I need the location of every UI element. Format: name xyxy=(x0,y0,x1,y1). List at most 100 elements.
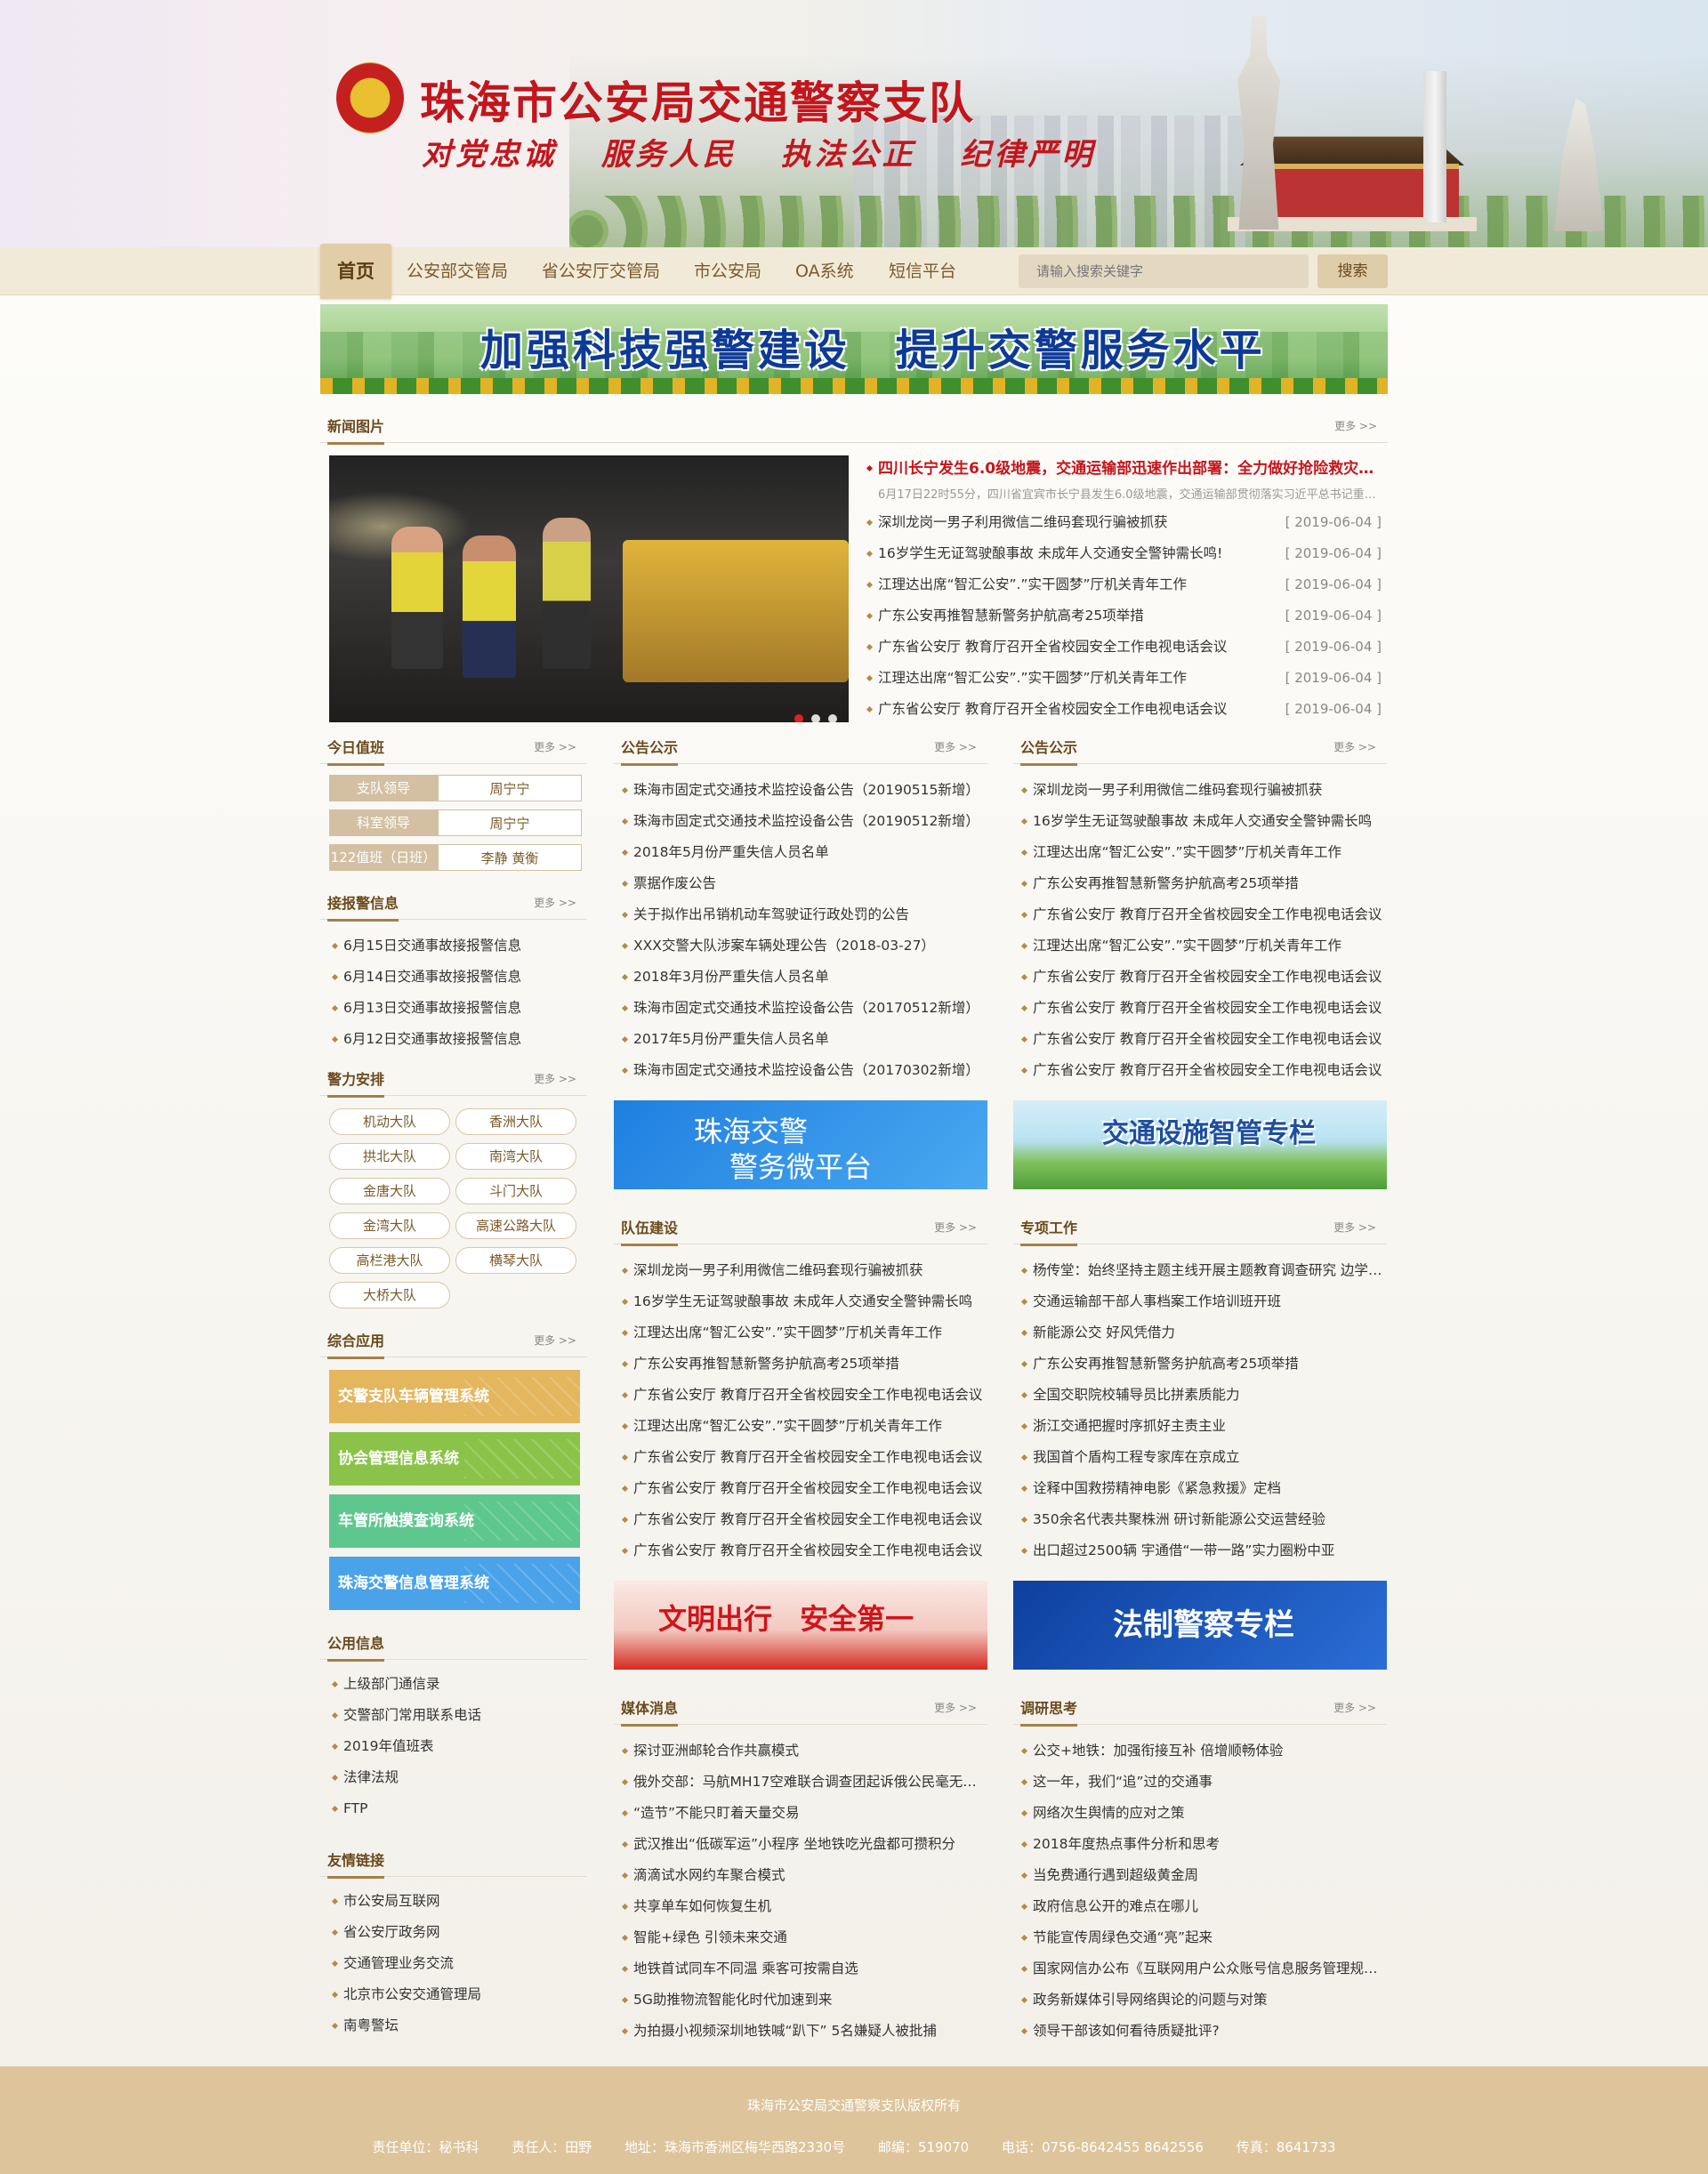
carousel-dot[interactable] xyxy=(811,714,820,722)
nav-oa-system[interactable]: OA系统 xyxy=(795,247,854,295)
police-tag[interactable]: 南湾大队 xyxy=(455,1143,576,1170)
ad-micro-platform[interactable]: 珠海交警 警务微平台 xyxy=(614,1100,987,1189)
list-item[interactable]: 领导干部该如何看待质疑批评? xyxy=(1019,2016,1387,2047)
list-item[interactable]: 全国交职院校辅导员比拼素质能力 xyxy=(1019,1380,1387,1411)
list-item[interactable]: 16岁学生无证驾驶酿事故 未成年人交通安全警钟需长鸣 xyxy=(619,1286,987,1317)
police-tag[interactable]: 香洲大队 xyxy=(455,1108,576,1135)
list-item[interactable]: 2018年3月份严重失信人员名单 xyxy=(619,962,987,993)
list-item[interactable]: 2018年5月份严重失信人员名单 xyxy=(619,837,987,868)
news-headline[interactable]: 四川长宁发生6.0级地震，交通运输部迅速作出部署：全力做好抢险救灾工作 xyxy=(864,455,1383,482)
list-item[interactable]: 广东省公安厅 教育厅召开全省校园安全工作电视电话会议 xyxy=(1019,962,1387,993)
list-item[interactable]: 交警部门常用联系电话 xyxy=(329,1700,587,1731)
list-item[interactable]: 广东省公安厅 教育厅召开全省校园安全工作电视电话会议 xyxy=(1019,1024,1387,1055)
list-item[interactable]: 6月12日交通事故接报警信息 xyxy=(329,1024,587,1055)
list-item[interactable]: 上级部门通信录 xyxy=(329,1669,587,1700)
list-item[interactable]: 武汉推出“低碳军运”小程序 坐地铁吃光盘都可攒积分 xyxy=(619,1829,987,1860)
top-banner[interactable]: 加强科技强警建设 提升交警服务水平 xyxy=(320,304,1388,394)
list-item[interactable]: 浙江交通把握时序抓好主责主业 xyxy=(1019,1411,1387,1442)
list-item[interactable]: 政务新媒体引导网络舆论的问题与对策 xyxy=(1019,1985,1387,2016)
list-item[interactable]: 5G助推物流智能化时代加速到来 xyxy=(619,1985,987,2016)
list-item[interactable]: 江理达出席“智汇公安”.”实干圆梦”厅机关青年工作 xyxy=(1019,930,1387,962)
list-item[interactable]: “造节”不能只盯着天量交易 xyxy=(619,1798,987,1829)
more-link[interactable]: 更多 >> xyxy=(1333,1700,1376,1715)
ad-civilized-travel[interactable]: 文明出行 安全第一 xyxy=(614,1581,987,1670)
list-item[interactable]: 智能+绿色 引领未来交通 xyxy=(619,1922,987,1953)
police-tag[interactable]: 拱北大队 xyxy=(329,1143,450,1170)
list-item[interactable]: 地铁首试同车不同温 乘客可按需自选 xyxy=(619,1953,987,1985)
list-item[interactable]: 2017年5月份严重失信人员名单 xyxy=(619,1024,987,1055)
police-tag[interactable]: 斗门大队 xyxy=(455,1178,576,1204)
list-item[interactable]: 市公安局互联网 xyxy=(329,1886,587,1917)
more-link[interactable]: 更多 >> xyxy=(934,1220,977,1235)
police-tag[interactable]: 金湾大队 xyxy=(329,1212,450,1239)
more-link[interactable]: 更多 >> xyxy=(934,1700,977,1715)
list-item[interactable]: 广东省公安厅 教育厅召开全省校园安全工作电视电话会议 xyxy=(619,1473,987,1504)
list-item[interactable]: 350余名代表共聚株洲 研讨新能源公交运营经验 xyxy=(1019,1504,1387,1535)
list-item[interactable]: 关于拟作出吊销机动车驾驶证行政处罚的公告 xyxy=(619,899,987,930)
more-link[interactable]: 更多 >> xyxy=(534,1071,576,1086)
list-item[interactable]: 公交+地铁：加强衔接互补 倍增顺畅体验 xyxy=(1019,1735,1387,1767)
list-item[interactable]: 珠海市固定式交通技术监控设备公告（20190515新增） xyxy=(619,775,987,806)
list-item[interactable]: 江理达出席“智汇公安”.”实干圆梦”厅机关青年工作[ 2019-06-04 ] xyxy=(864,569,1389,600)
list-item[interactable]: 广东省公安厅 教育厅召开全省校园安全工作电视电话会议 xyxy=(619,1504,987,1535)
more-link[interactable]: 更多 >> xyxy=(1333,1220,1376,1235)
list-item[interactable]: 政府信息公开的难点在哪儿 xyxy=(1019,1891,1387,1922)
ad-legal-police[interactable]: 法制警察专栏 xyxy=(1013,1581,1387,1670)
list-item[interactable]: 珠海市固定式交通技术监控设备公告（20170512新增） xyxy=(619,993,987,1024)
list-item[interactable]: 广东公安再推智慧新警务护航高考25项举措 xyxy=(619,1349,987,1380)
list-item[interactable]: 江理达出席“智汇公安”.”实干圆梦”厅机关青年工作 xyxy=(619,1317,987,1349)
list-item[interactable]: XXX交警大队涉案车辆处理公告（2018-03-27） xyxy=(619,930,987,962)
app-vehicle-management[interactable]: 交警支队车辆管理系统 xyxy=(329,1370,580,1423)
list-item[interactable]: 6月14日交通事故接报警信息 xyxy=(329,962,587,993)
list-item[interactable]: 国家网信办公布《互联网用户公众账号信息服务管理规定》 xyxy=(1019,1953,1387,1985)
list-item[interactable]: 广东省公安厅 教育厅召开全省校园安全工作电视电话会议 xyxy=(1019,1055,1387,1086)
list-item[interactable]: 法律法规 xyxy=(329,1762,587,1793)
list-item[interactable]: FTP xyxy=(329,1793,587,1824)
list-item[interactable]: 广东公安再推智慧新警务护航高考25项举措[ 2019-06-04 ] xyxy=(864,600,1389,632)
nav-ministry-traffic[interactable]: 公安部交管局 xyxy=(407,247,508,295)
list-item[interactable]: 我国首个盾构工程专家库在京成立 xyxy=(1019,1442,1387,1473)
list-item[interactable]: 交通管理业务交流 xyxy=(329,1948,587,1979)
list-item[interactable]: 出口超过2500辆 宇通借“一带一路”实力圈粉中亚 xyxy=(1019,1535,1387,1566)
list-item[interactable]: 新能源公交 好风凭借力 xyxy=(1019,1317,1387,1349)
list-item[interactable]: 北京市公安交通管理局 xyxy=(329,1979,587,2010)
ad-traffic-facility[interactable]: 交通设施智管专栏 xyxy=(1013,1100,1387,1189)
list-item[interactable]: 网络次生舆情的应对之策 xyxy=(1019,1798,1387,1829)
list-item[interactable]: 2019年值班表 xyxy=(329,1731,587,1762)
list-item[interactable]: 广东省公安厅 教育厅召开全省校园安全工作电视电话会议 xyxy=(1019,993,1387,1024)
list-item[interactable]: 16岁学生无证驾驶酿事故 未成年人交通安全警钟需长鸣![ 2019-06-04 … xyxy=(864,538,1389,569)
more-link[interactable]: 更多 >> xyxy=(934,739,977,754)
nav-city-police[interactable]: 市公安局 xyxy=(694,247,761,295)
carousel-dot[interactable] xyxy=(794,714,803,722)
list-item[interactable]: 俄外交部：马航MH17空难联合调查团起诉俄公民毫无根据 xyxy=(619,1767,987,1798)
list-item[interactable]: 广东省公安厅 教育厅召开全省校园安全工作电视电话会议 xyxy=(619,1535,987,1566)
list-item[interactable]: 16岁学生无证驾驶酿事故 未成年人交通安全警钟需长鸣 xyxy=(1019,806,1387,837)
nav-province-traffic[interactable]: 省公安厅交管局 xyxy=(542,247,660,295)
list-item[interactable]: 广东公安再推智慧新警务护航高考25项举措 xyxy=(1019,868,1387,899)
more-link[interactable]: 更多 >> xyxy=(534,739,576,754)
list-item[interactable]: 江理达出席“智汇公安”.”实干圆梦”厅机关青年工作[ 2019-06-04 ] xyxy=(864,663,1389,694)
list-item[interactable]: 广东省公安厅 教育厅召开全省校园安全工作电视电话会议 xyxy=(619,1442,987,1473)
list-item[interactable]: 江理达出席“智汇公安”.”实干圆梦”厅机关青年工作 xyxy=(1019,837,1387,868)
search-button[interactable]: 搜索 xyxy=(1317,254,1388,288)
list-item[interactable]: 广东省公安厅 教育厅召开全省校园安全工作电视电话会议 xyxy=(619,1380,987,1411)
list-item[interactable]: 滴滴试水网约车聚合模式 xyxy=(619,1860,987,1891)
list-item[interactable]: 共享单车如何恢复生机 xyxy=(619,1891,987,1922)
police-tag[interactable]: 高速公路大队 xyxy=(455,1212,576,1239)
list-item[interactable]: 广东省公安厅 教育厅召开全省校园安全工作电视电话会议 xyxy=(1019,899,1387,930)
app-association-management[interactable]: 协会管理信息系统 xyxy=(329,1432,580,1486)
list-item[interactable]: 省公安厅政务网 xyxy=(329,1917,587,1948)
more-link[interactable]: 更多 >> xyxy=(534,1333,576,1348)
list-item[interactable]: 广东省公安厅 教育厅召开全省校园安全工作电视电话会议[ 2019-06-04 ] xyxy=(864,694,1389,725)
nav-home[interactable]: 首页 xyxy=(320,244,391,299)
list-item[interactable]: 2018年度热点事件分析和思考 xyxy=(1019,1829,1387,1860)
list-item[interactable]: 深圳龙岗一男子利用微信二维码套现行骗被抓获[ 2019-06-04 ] xyxy=(864,507,1389,538)
list-item[interactable]: 6月13日交通事故接报警信息 xyxy=(329,993,587,1024)
police-tag[interactable]: 机动大队 xyxy=(329,1108,450,1135)
list-item[interactable]: 深圳龙岗一男子利用微信二维码套现行骗被抓获 xyxy=(1019,775,1387,806)
list-item[interactable]: 节能宣传周绿色交通“亮”起来 xyxy=(1019,1922,1387,1953)
list-item[interactable]: 当免费通行遇到超级黄金周 xyxy=(1019,1860,1387,1891)
list-item[interactable]: 诠释中国救捞精神电影《紧急救援》定档 xyxy=(1019,1473,1387,1504)
list-item[interactable]: 珠海市固定式交通技术监控设备公告（20190512新增） xyxy=(619,806,987,837)
search-input[interactable] xyxy=(1019,254,1309,288)
